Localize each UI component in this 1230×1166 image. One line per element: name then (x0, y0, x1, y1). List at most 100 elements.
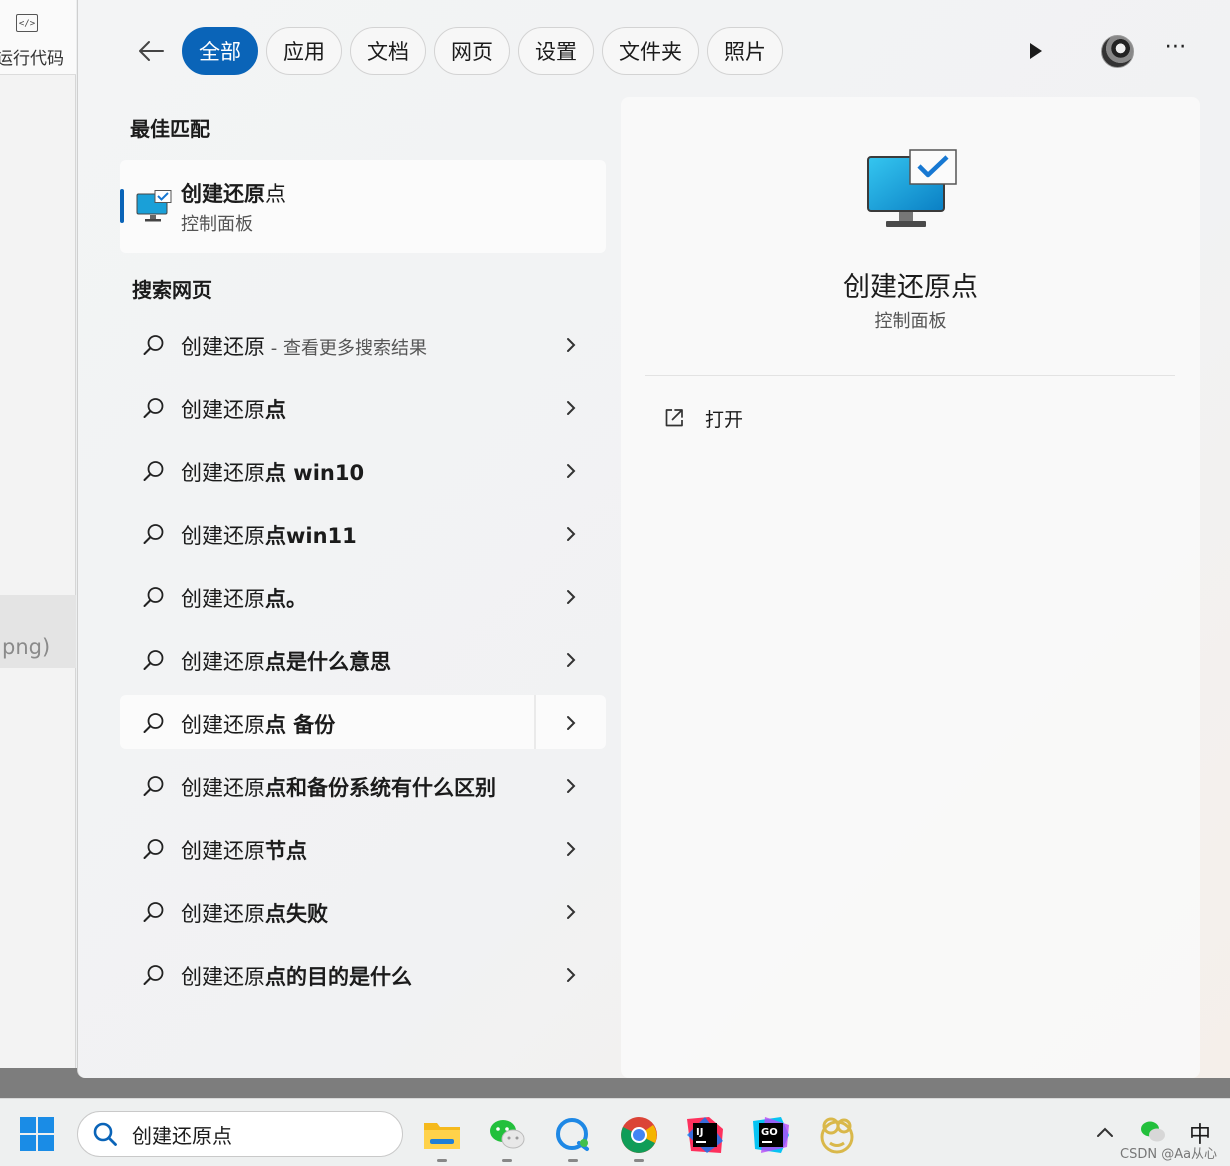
svg-text:IJ: IJ (696, 1127, 703, 1138)
search-icon (143, 398, 164, 418)
best-match-title: 创建还原点 (181, 178, 286, 208)
web-search-item[interactable]: 创建还原 - 查看更多搜索结果 (120, 317, 606, 371)
navicat-icon[interactable] (817, 1115, 857, 1155)
wechat-icon[interactable] (487, 1115, 527, 1162)
chevron-right-icon[interactable] (564, 714, 578, 732)
run-code-button[interactable]: </> 运行代码 (0, 0, 76, 75)
web-search-item[interactable]: 创建还原点 win10 (120, 443, 606, 497)
chrome-icon[interactable] (619, 1115, 659, 1162)
query-prefix: 创建还原 (181, 335, 265, 359)
query-completion: 节点 (265, 839, 307, 863)
chat-app-icon (556, 1118, 589, 1151)
detail-pane: 创建还原点 控制面板 打开 (621, 97, 1200, 1078)
best-match-title-rest: 点 (265, 182, 286, 206)
web-search-query: 创建还原点 备份 (181, 709, 335, 739)
search-icon (143, 965, 164, 985)
web-search-item[interactable]: 创建还原点失败 (120, 884, 606, 938)
web-search-query: 创建还原点失败 (181, 898, 328, 928)
tab-documents[interactable]: 文档 (350, 27, 426, 75)
web-search-list: 创建还原 - 查看更多搜索结果 创建还原点 创建还原点 win10 创建还原点win1… (120, 317, 606, 1010)
windows-start-icon[interactable] (20, 1117, 54, 1151)
search-icon (143, 839, 164, 859)
tab-apps[interactable]: 应用 (266, 27, 342, 75)
avatar[interactable] (1101, 35, 1134, 68)
running-indicator (437, 1159, 447, 1162)
chevron-right-icon[interactable] (564, 777, 578, 795)
chevron-right-icon[interactable] (564, 336, 578, 354)
search-icon (143, 776, 164, 796)
detail-subtitle: 控制面板 (874, 311, 947, 332)
back-button[interactable] (134, 34, 168, 68)
watermark-text: CSDN @Aa从心 (1120, 1147, 1218, 1162)
goland-icon[interactable]: GO (751, 1115, 791, 1155)
open-action[interactable]: 打开 (663, 403, 743, 433)
tab-settings[interactable]: 设置 (518, 27, 594, 75)
web-search-item[interactable]: 创建还原点 (120, 380, 606, 434)
web-search-query: 创建还原点的目的是什么 (181, 961, 412, 991)
web-search-heading: 搜索网页 (132, 278, 212, 302)
tab-folders[interactable]: 文件夹 (602, 27, 699, 75)
system-restore-icon (136, 190, 172, 222)
query-completion: 点失败 (265, 902, 328, 926)
query-completion: 点 (265, 398, 286, 422)
query-prefix: 创建还原 (181, 398, 265, 422)
taskbar-search-box[interactable]: 创建还原点 (77, 1111, 403, 1157)
chrome-logo-icon (621, 1117, 657, 1153)
tab-photos[interactable]: 照片 (707, 27, 783, 75)
intellij-icon[interactable]: IJ (685, 1115, 725, 1155)
file-ext-label: png) (2, 635, 51, 659)
svg-text:GO: GO (761, 1127, 778, 1138)
search-icon (143, 524, 164, 544)
web-search-item[interactable]: 创建还原节点 (120, 821, 606, 875)
intellij-logo-icon: IJ (687, 1117, 723, 1153)
search-icon (143, 713, 164, 733)
running-indicator (502, 1159, 512, 1162)
wechat-logo-icon (490, 1120, 525, 1149)
selection-indicator (120, 189, 124, 223)
best-match-title-bold: 创建还原 (181, 182, 265, 206)
chat-bubble-icon[interactable] (553, 1115, 593, 1162)
web-search-item[interactable]: 创建还原点win11 (120, 506, 606, 560)
tab-web[interactable]: 网页 (434, 27, 510, 75)
play-icon[interactable] (1024, 40, 1046, 62)
web-search-query: 创建还原点 win10 (181, 457, 364, 487)
chevron-right-icon[interactable] (564, 525, 578, 543)
detail-divider (645, 375, 1175, 376)
query-completion: 点 win10 (265, 461, 365, 485)
arrow-left-icon (139, 41, 164, 61)
web-search-item[interactable]: 创建还原点是什么意思 (120, 632, 606, 686)
folder-icon (424, 1123, 460, 1149)
chevron-right-icon[interactable] (564, 903, 578, 921)
search-icon (143, 461, 164, 481)
tray-wechat-icon[interactable] (1140, 1119, 1166, 1145)
web-search-query: 创建还原点。 (181, 583, 307, 613)
chevron-right-icon[interactable] (564, 399, 578, 417)
chevron-right-icon[interactable] (564, 840, 578, 858)
web-search-item[interactable]: 创建还原点 备份 (120, 695, 606, 749)
chevron-up-icon[interactable] (1094, 1121, 1116, 1143)
best-match-result[interactable]: 创建还原点 控制面板 (120, 160, 606, 253)
chevron-right-icon[interactable] (564, 651, 578, 669)
web-search-query: 创建还原点 (181, 394, 286, 424)
file-explorer-icon[interactable] (422, 1115, 462, 1162)
search-icon (143, 902, 164, 922)
query-completion: 点win11 (265, 524, 357, 548)
web-search-item[interactable]: 创建还原点和备份系统有什么区别 (120, 758, 606, 812)
taskbar-search-value: 创建还原点 (132, 1123, 232, 1148)
web-search-item[interactable]: 创建还原点。 (120, 569, 606, 623)
more-options-icon[interactable]: ⋯ (1162, 36, 1190, 66)
query-prefix: 创建还原 (181, 587, 265, 611)
web-search-query: 创建还原点是什么意思 (181, 646, 391, 676)
run-code-label: 运行代码 (0, 49, 64, 69)
goland-logo-icon: GO (753, 1117, 789, 1153)
best-match-subtitle: 控制面板 (181, 214, 253, 235)
chevron-right-icon[interactable] (564, 966, 578, 984)
chevron-right-icon[interactable] (564, 588, 578, 606)
query-prefix: 创建还原 (181, 776, 265, 800)
query-prefix: 创建还原 (181, 965, 265, 989)
tab-all[interactable]: 全部 (182, 27, 258, 75)
web-search-item[interactable]: 创建还原点的目的是什么 (120, 947, 606, 1001)
query-completion: 点和备份系统有什么区别 (265, 776, 496, 800)
query-completion: 点的目的是什么 (265, 965, 412, 989)
chevron-right-icon[interactable] (564, 462, 578, 480)
